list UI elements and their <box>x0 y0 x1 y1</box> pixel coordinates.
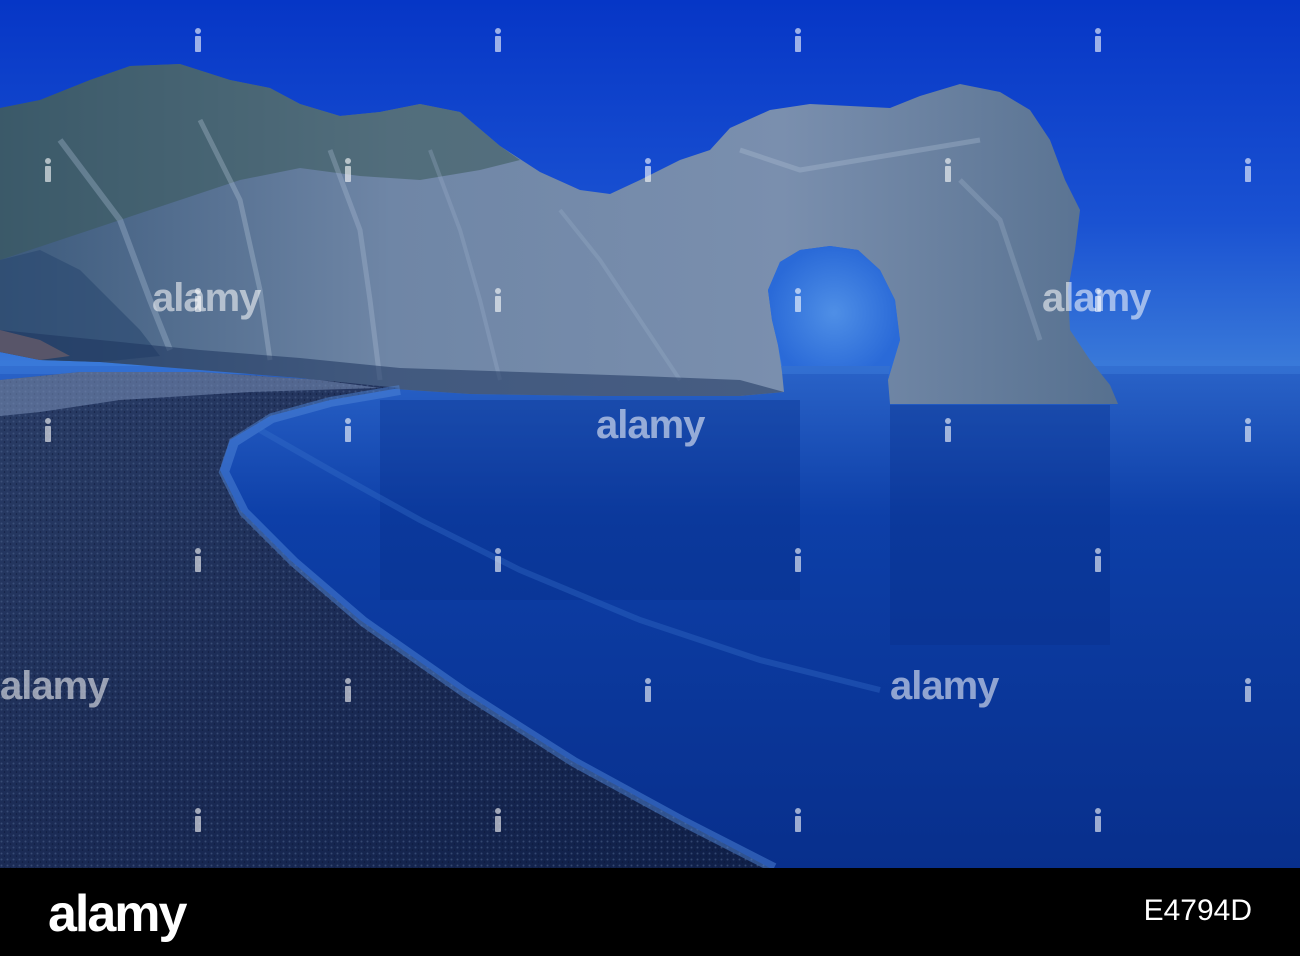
landscape-photo: alamy alamy alamy alamy alamy <box>0 0 1300 868</box>
stock-image-frame: alamy alamy alamy alamy alamy alamy E4794D <box>0 0 1300 956</box>
image-id: E4794D <box>1143 894 1252 927</box>
footer-bar: alamy E4794D <box>0 868 1300 956</box>
brand-logo: alamy <box>48 885 187 943</box>
sea-arch-scene <box>0 0 1300 868</box>
